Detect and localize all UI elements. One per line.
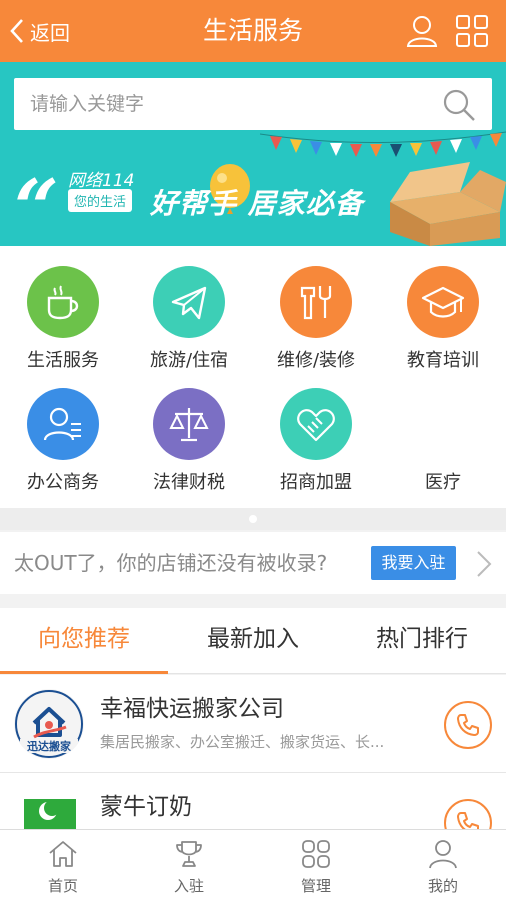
category-education[interactable]: 教育培训 [380,266,506,372]
nav-label: 入驻 [173,877,204,895]
page-indicator [0,508,506,530]
user-icon[interactable] [405,14,439,48]
category-icon-circle [27,266,99,338]
app-header: 返回 生活服务 [0,0,506,62]
scales-icon [169,408,209,442]
listing-name: 幸福快运搬家公司 [100,696,284,722]
category-life-services[interactable]: 生活服务 [0,266,126,372]
search-icon[interactable] [442,88,476,122]
category-legal-tax[interactable]: 法律财税 [126,388,252,494]
category-office-business[interactable]: 办公商务 [0,388,126,494]
person-card-icon [43,407,81,441]
search-bar[interactable]: 请输入关键字 [14,78,492,130]
nav-label: 首页 [47,877,78,895]
nav-home[interactable]: 首页 [0,830,126,900]
tab-recommended[interactable]: 向您推荐 [0,608,168,674]
listing-list: 迅达搬家 幸福快运搬家公司 集居民搬家、办公室搬迁、搬家货运、长... 蒙牛订奶 [0,675,506,829]
nav-mine[interactable]: 我的 [380,830,506,900]
join-button[interactable]: 我要入驻 [371,546,456,580]
listing-name: 蒙牛订奶 [100,794,192,820]
category-medical[interactable]: 医疗 [380,388,506,494]
home-icon [49,841,77,867]
category-label: 教育培训 [407,350,479,371]
call-button[interactable] [444,799,492,829]
call-button[interactable] [444,701,492,749]
page-indicator-dot [249,515,257,523]
nav-manage[interactable]: 管理 [253,830,379,900]
search-input[interactable]: 请输入关键字 [30,78,144,130]
listing-description: 集居民搬家、办公室搬迁、搬家货运、长... [100,733,385,751]
category-icon-circle [407,388,479,460]
category-label: 办公商务 [27,472,99,493]
list-item[interactable]: 迅达搬家 幸福快运搬家公司 集居民搬家、办公室搬迁、搬家货运、长... [0,675,506,773]
banner-slogan: 好帮手 居家必备 [150,187,364,220]
phone-icon [457,714,479,736]
listing-tabs: 向您推荐 最新加入 热门排行 [0,608,506,674]
avatar: 迅达搬家 [14,689,84,759]
category-label: 生活服务 [27,350,99,371]
category-label: 医疗 [425,472,461,493]
bottom-nav: 首页 入驻 管理 我的 [0,829,506,900]
category-label: 法律财税 [153,472,225,493]
trophy-icon [176,841,202,867]
category-icon-circle [153,388,225,460]
category-repair-renovation[interactable]: 维修/装修 [253,266,379,372]
handshake-icon [297,409,335,442]
promo-banner[interactable]: 请输入关键字 “ 网络114 您的生活 好帮手 居家必备 [0,62,506,246]
cup-icon [47,285,79,320]
chevron-right-icon[interactable] [474,550,494,578]
category-icon-circle [153,266,225,338]
nav-label: 管理 [300,877,331,895]
logo-text: 迅达搬家 [27,739,72,753]
phone-icon [457,812,479,829]
nav-label: 我的 [427,877,458,895]
graduation-cap-icon [421,286,465,318]
crescent-logo [39,800,60,820]
tab-popular[interactable]: 热门排行 [338,608,506,674]
category-label: 招商加盟 [280,472,352,493]
tab-newest[interactable]: 最新加入 [169,608,337,674]
category-travel-lodging[interactable]: 旅游/住宿 [126,266,252,372]
tools-icon [300,286,332,320]
category-icon-circle [407,266,479,338]
quote-mark: “ [14,163,59,247]
category-franchise[interactable]: 招商加盟 [253,388,379,494]
avatar [24,799,76,829]
airplane-icon [171,286,207,320]
banner-tag: 您的生活 [68,189,133,212]
store-promo-bar[interactable]: 太OUT了，你的店铺还没有被收录? 我要入驻 [0,532,506,594]
category-icon-circle [280,388,352,460]
grid-icon[interactable] [455,14,489,48]
category-grid: 生活服务 旅游/住宿 维修/装修 教育培训 办公商务 法律财税 招商加盟 医疗 [0,246,506,508]
moving-company-logo: 迅达搬家 [14,689,84,759]
list-item[interactable]: 蒙牛订奶 [0,773,506,829]
nav-join[interactable]: 入驻 [126,830,252,900]
category-icon-circle [280,266,352,338]
banner-brand: 网络114 [68,171,135,191]
user-icon [429,840,457,869]
category-icon-circle [27,388,99,460]
box-decoration [390,162,506,246]
promo-text: 太OUT了，你的店铺还没有被收录? [14,551,328,575]
category-label: 旅游/住宿 [149,350,229,371]
four-grid-icon [302,840,330,868]
category-label: 维修/装修 [276,350,356,371]
